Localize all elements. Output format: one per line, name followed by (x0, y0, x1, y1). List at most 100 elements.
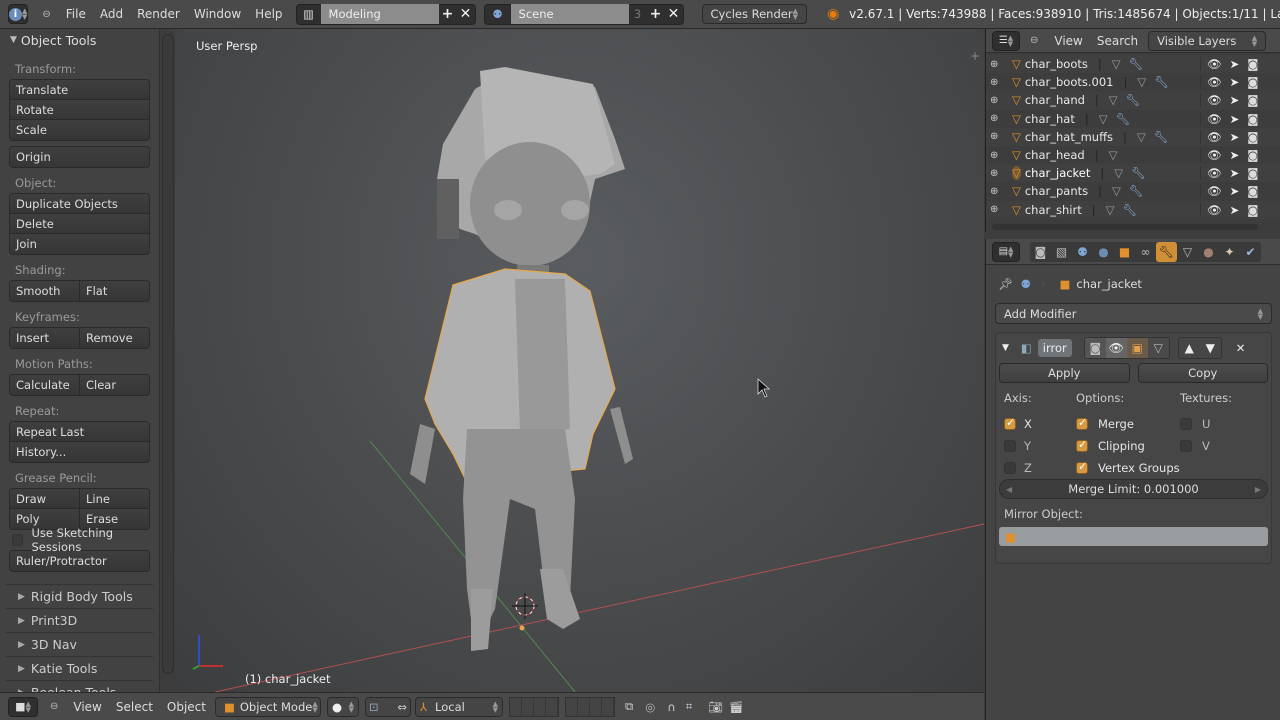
renderable-camera-icon[interactable]: ◙ (1247, 184, 1258, 198)
scene-selector[interactable]: ⚉ Scene 3 + ✕ (483, 3, 684, 25)
flat-button[interactable]: Flat (79, 281, 149, 301)
tab-render-camera-icon[interactable]: ◙ (1030, 242, 1051, 262)
collapse-triangle-icon[interactable]: ▼ (1002, 343, 1009, 353)
render-engine-dropdown[interactable]: Cycles Render ▲ ▼ (701, 4, 807, 24)
outliner-view-menu[interactable]: View (1054, 34, 1082, 48)
outliner-item[interactable]: ⊕ ▽ char_jacket | ▽ 🔧︎ 👁︎ ➤ ◙ (986, 164, 1280, 183)
visibility-eye-icon[interactable]: 👁︎ (1207, 148, 1222, 162)
panel-katie-tools[interactable]: ▶ Katie Tools (6, 656, 153, 680)
texture-u-row[interactable]: U (1180, 413, 1260, 435)
outliner-scrollbar[interactable] (992, 224, 1258, 230)
tab-object-icon[interactable]: ■ (1114, 242, 1135, 262)
manipulator-icon[interactable]: ⇔ (397, 700, 407, 714)
texture-v-checkbox[interactable] (1180, 440, 1192, 452)
selectable-arrow-icon[interactable]: ➤ (1230, 93, 1240, 107)
draw-button[interactable]: Draw (10, 489, 79, 508)
outliner-search-menu[interactable]: Search (1097, 34, 1138, 48)
selectable-arrow-icon[interactable]: ➤ (1230, 184, 1240, 198)
visibility-eye-icon[interactable]: 👁︎ (1207, 75, 1222, 89)
viewport-shading-dropdown[interactable]: ● ▲ ▼ (327, 696, 359, 717)
outliner-item[interactable]: ⊕ ▽ char_hat | ▽ 🔧︎ 👁︎ ➤ ◙ (986, 110, 1280, 128)
axis-x-checkbox[interactable] (1004, 416, 1016, 430)
visibility-eye-icon[interactable]: 👁︎ (1207, 112, 1222, 126)
renderable-camera-icon[interactable]: ◙ (1247, 203, 1258, 217)
render-toggle-icon[interactable]: ◙ (1084, 338, 1106, 358)
copy-button[interactable]: Copy (1137, 363, 1268, 383)
tab-material-icon[interactable]: ● (1198, 242, 1219, 262)
panel-rigid-body-tools[interactable]: ▶ Rigid Body Tools (6, 584, 153, 608)
visibility-eye-icon[interactable]: 👁︎ (1207, 203, 1222, 217)
visibility-eye-icon[interactable]: 👁︎ (1207, 93, 1222, 107)
renderable-camera-icon[interactable]: ◙ (1247, 130, 1258, 144)
remove-modifier-close-icon[interactable]: ✕ (1236, 341, 1246, 355)
expand-plus-icon[interactable]: ⊕ (990, 59, 1004, 70)
panel-3d-nav[interactable]: ▶ 3D Nav (6, 632, 153, 656)
outliner-item-name[interactable]: char_shirt (1025, 203, 1082, 217)
renderable-camera-icon[interactable]: ◙ (1247, 166, 1258, 180)
outliner-item-name[interactable]: char_hat_muffs (1025, 130, 1113, 144)
tab-world-icon[interactable]: ● (1093, 242, 1114, 262)
panel-print3d[interactable]: ▶ Print3D (6, 608, 153, 632)
cage-toggle-icon[interactable]: ▽ (1147, 338, 1169, 358)
mirror-object-field[interactable]: ■ (999, 527, 1268, 546)
tab-scene-icon[interactable]: ⚉ (1072, 242, 1093, 262)
3d-viewport[interactable]: User Persp + (1) char_jacket (175, 29, 984, 692)
axis-z-checkbox[interactable] (1004, 462, 1016, 474)
outliner-item-name[interactable]: char_jacket (1025, 166, 1091, 180)
snap-magnet-icon[interactable]: ∩ (667, 700, 675, 714)
render-camera-icon[interactable]: 📷︎ (708, 700, 723, 714)
menu-object[interactable]: Object (167, 700, 206, 714)
editor-type-3dview-button[interactable]: ■ ▲ ▼ (8, 696, 38, 717)
visibility-eye-icon[interactable]: 👁︎ (1207, 57, 1222, 71)
smooth-button[interactable]: Smooth (10, 281, 79, 301)
tab-particles-icon[interactable]: ✦ (1219, 242, 1240, 262)
menu-help[interactable]: Help (255, 7, 282, 21)
add-screen-button[interactable]: + (439, 4, 457, 24)
tab-constraints-icon[interactable]: ∞ (1135, 242, 1156, 262)
scene-field[interactable]: Scene (510, 4, 629, 24)
menu-render[interactable]: Render (137, 7, 180, 21)
tab-physics-icon[interactable]: ✔ (1240, 242, 1261, 262)
decrement-arrow-icon[interactable]: ◀ (1006, 485, 1012, 494)
menu-view[interactable]: View (73, 700, 101, 714)
renderable-camera-icon[interactable]: ◙ (1247, 75, 1258, 89)
tab-modifiers-wrench-icon[interactable]: 🔧︎ (1156, 241, 1177, 262)
insert-keyframe-button[interactable]: Insert (10, 328, 79, 348)
snap-element-icon[interactable]: ⌗ (686, 699, 692, 714)
modifier-wrench-icon[interactable]: 🔧︎ (1129, 184, 1144, 198)
renderable-camera-icon[interactable]: ◙ (1247, 148, 1258, 162)
modifier-wrench-icon[interactable]: 🔧︎ (1131, 166, 1146, 180)
outliner-item[interactable]: ⊕ ▽ char_boots | ▽ 🔧︎ 👁︎ ➤ ◙ (986, 55, 1280, 74)
merge-limit-slider[interactable]: ◀ Merge Limit: 0.001000 ▶ (999, 479, 1268, 499)
axis-y-checkbox[interactable] (1004, 440, 1016, 452)
vertex-groups-row[interactable]: Vertex Groups (1076, 457, 1180, 479)
outliner-item-name[interactable]: char_hat (1025, 112, 1075, 126)
outliner-item-name[interactable]: char_boots (1025, 57, 1088, 71)
object-tools-panel-header[interactable]: ▼ Object Tools (0, 29, 159, 51)
renderable-camera-icon[interactable]: ◙ (1247, 57, 1258, 71)
selectable-arrow-icon[interactable]: ➤ (1230, 112, 1240, 126)
modifier-wrench-icon[interactable]: 🔧︎ (1126, 93, 1141, 107)
duplicate-objects-button[interactable]: Duplicate Objects (10, 194, 149, 213)
apply-button[interactable]: Apply (999, 363, 1130, 383)
expand-plus-icon[interactable]: ⊕ (990, 168, 1004, 179)
outliner-item-name[interactable]: char_hand (1025, 93, 1085, 107)
outliner-item[interactable]: ⊕ ▽ char_pants | ▽ 🔧︎ 👁︎ ➤ ◙ (986, 182, 1280, 200)
axis-z-row[interactable]: Z (1004, 457, 1076, 479)
outliner-item[interactable]: ⊕ ▽ char_hand | ▽ 🔧︎ 👁︎ ➤ ◙ (986, 91, 1280, 110)
origin-button[interactable]: Origin (10, 147, 149, 167)
outliner-filter-dropdown[interactable]: Visible Layers ▲ ▼ (1148, 30, 1267, 51)
rotate-button[interactable]: Rotate (10, 100, 149, 119)
calculate-button[interactable]: Calculate (10, 375, 79, 395)
clapboard-icon[interactable]: 🎬︎ (729, 700, 744, 714)
join-button[interactable]: Join (10, 234, 149, 254)
outliner-item[interactable]: ⊕ ▽ char_boots.001 | ▽ 🔧︎ 👁︎ ➤ ◙ (986, 73, 1280, 91)
add-scene-button[interactable]: + (647, 4, 665, 24)
expand-plus-icon[interactable]: ⊕ (990, 204, 1004, 215)
renderable-camera-icon[interactable]: ◙ (1247, 112, 1258, 126)
remove-keyframe-button[interactable]: Remove (79, 328, 149, 348)
translate-button[interactable]: Translate (10, 80, 149, 99)
expand-plus-icon[interactable]: ⊕ (990, 131, 1004, 142)
add-region-plus-icon[interactable]: + (970, 49, 980, 63)
selectable-arrow-icon[interactable]: ➤ (1230, 57, 1240, 71)
